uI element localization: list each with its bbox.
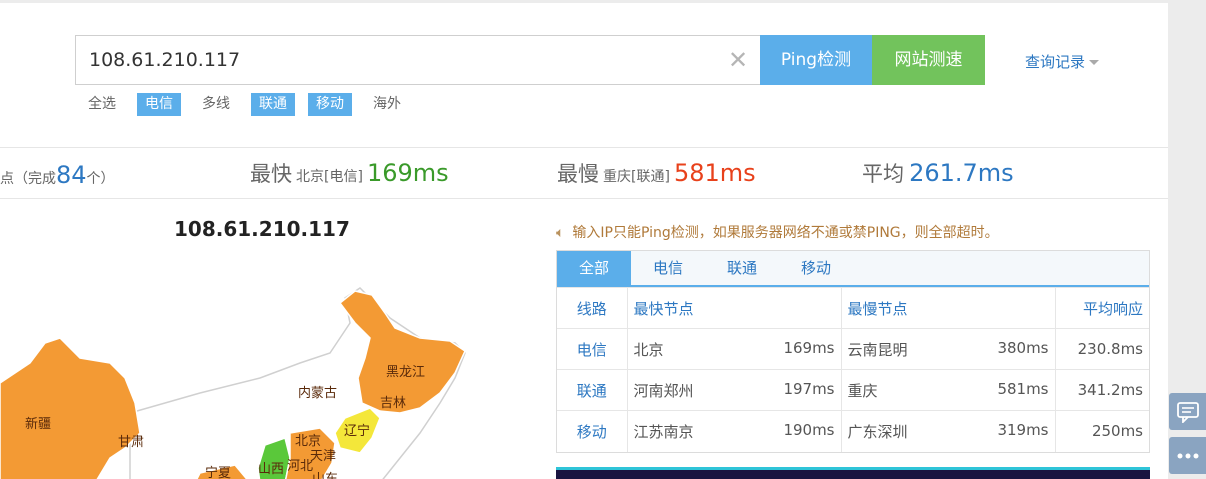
- slowest-node: 重庆[联通]: [603, 169, 670, 185]
- fast-node: 北京: [633, 340, 664, 359]
- divider: [0, 147, 1168, 148]
- ad-banner[interactable]: [556, 467, 1150, 479]
- row-avg: 230.8ms: [1055, 328, 1149, 370]
- results-panel: 全部 电信 联通 移动 线路 最快节点 最慢节点 平均响应 电信 北京 169ms…: [556, 250, 1150, 453]
- fastest-node: 北京[电信]: [296, 169, 363, 185]
- map-label: 内蒙古: [298, 385, 337, 401]
- fast-ms: 190ms: [783, 420, 835, 439]
- tab-unicom[interactable]: 联通: [705, 251, 779, 285]
- count-prefix: 测点（完成: [0, 171, 56, 187]
- map-label: 河北: [287, 459, 313, 474]
- average-stat: 平均 261.7ms: [862, 158, 1014, 188]
- filter-overseas[interactable]: 海外: [365, 93, 409, 116]
- table-header: 线路 最快节点 最慢节点 平均响应: [557, 287, 1149, 329]
- header-average: 平均响应: [1055, 287, 1149, 329]
- fast-node: 河南郑州: [633, 381, 694, 400]
- filter-mobile[interactable]: 移动: [308, 92, 352, 116]
- map-label: 北京: [295, 434, 321, 449]
- isp-filters: 全选 电信 多线 联通 移动 海外: [80, 92, 422, 116]
- region-xinjiang[interactable]: [0, 337, 141, 479]
- slowest-stat: 最慢 重庆[联通] 581ms: [557, 158, 756, 188]
- row-avg: 250ms: [1055, 410, 1149, 452]
- row-line: 移动: [557, 410, 628, 452]
- fastest-value: 169ms: [366, 159, 449, 187]
- filter-all[interactable]: 全选: [80, 93, 124, 116]
- map-label: 宁夏: [205, 465, 231, 479]
- slow-ms: 581ms: [997, 379, 1049, 398]
- test-count: 测点（完成84个）: [0, 161, 115, 189]
- tab-mobile[interactable]: 移动: [779, 251, 853, 285]
- map-label: 甘肃: [118, 435, 144, 450]
- caret-down-icon: [1089, 60, 1100, 65]
- filter-telecom[interactable]: 电信: [137, 92, 181, 116]
- search-input[interactable]: [76, 36, 716, 84]
- table-row: 移动 江苏南京 190ms 广东深圳 319ms 250ms: [557, 410, 1149, 452]
- header-fastest: 最快节点: [627, 287, 842, 329]
- history-label: 查询记录: [1025, 53, 1086, 71]
- average-label: 平均: [862, 162, 904, 186]
- slow-ms: 380ms: [997, 338, 1049, 357]
- results-table: 线路 最快节点 最慢节点 平均响应 电信 北京 169ms 云南昆明 380ms 2…: [557, 287, 1149, 452]
- filter-unicom[interactable]: 联通: [251, 92, 295, 116]
- speaker-icon: 🔈︎: [556, 225, 565, 241]
- header-line: 线路: [557, 287, 628, 329]
- map-title: 108.61.210.117: [174, 217, 350, 241]
- history-dropdown[interactable]: 查询记录: [1025, 51, 1100, 72]
- tab-all[interactable]: 全部: [557, 251, 632, 285]
- fast-ms: 169ms: [783, 338, 835, 357]
- map-label: 黑龙江: [386, 365, 425, 380]
- tab-telecom[interactable]: 电信: [631, 251, 705, 285]
- slow-node: 广东深圳: [847, 422, 908, 441]
- row-line: 联通: [557, 369, 628, 411]
- clear-icon[interactable]: ✕: [726, 48, 750, 72]
- count-suffix: 个）: [86, 171, 115, 187]
- china-map: 新疆 甘肃 宁夏 内蒙古 黑龙江 吉林 辽宁 北京 天津 山西 河北 山东: [0, 287, 466, 479]
- page: ✕ Ping检测 网站测速 查询记录 全选 电信 多线 联通 移动 海外 测点（…: [0, 3, 1168, 479]
- row-line: 电信: [557, 328, 628, 370]
- count-value: 84: [56, 161, 87, 189]
- fastest-stat: 最快 北京[电信] 169ms: [250, 158, 449, 188]
- feedback-icon: [1176, 401, 1199, 423]
- slow-node: 重庆: [847, 381, 878, 400]
- result-tabs: 全部 电信 联通 移动: [557, 251, 1149, 287]
- map-label: 辽宁: [344, 423, 370, 439]
- ping-button[interactable]: Ping检测: [760, 35, 872, 85]
- slow-ms: 319ms: [997, 420, 1049, 439]
- average-value: 261.7ms: [909, 159, 1014, 187]
- table-row: 电信 北京 169ms 云南昆明 380ms 230.8ms: [557, 328, 1149, 370]
- notice-message: 输入IP只能Ping检测，如果服务器网络不通或禁PING，则全部超时。: [572, 225, 999, 241]
- fast-ms: 197ms: [783, 379, 835, 398]
- fastest-label: 最快: [250, 162, 292, 186]
- more-button[interactable]: [1169, 437, 1206, 474]
- search-box[interactable]: ✕: [75, 35, 761, 85]
- table-row: 联通 河南郑州 197ms 重庆 581ms 341.2ms: [557, 369, 1149, 411]
- speed-test-button[interactable]: 网站测速: [872, 35, 985, 85]
- notice-text: 🔈︎ 输入IP只能Ping检测，如果服务器网络不通或禁PING，则全部超时。: [556, 222, 999, 242]
- slowest-value: 581ms: [673, 159, 756, 187]
- map-label: 吉林: [380, 396, 406, 411]
- fast-node: 江苏南京: [633, 422, 694, 441]
- feedback-button[interactable]: [1169, 393, 1206, 430]
- map-label: 山西: [258, 462, 284, 477]
- slow-node: 云南昆明: [847, 340, 908, 359]
- divider: [0, 198, 1168, 199]
- map-label: 新疆: [25, 416, 51, 432]
- map-label: 天津: [310, 449, 336, 464]
- map-label: 山东: [312, 472, 338, 479]
- filter-multiline[interactable]: 多线: [194, 93, 238, 116]
- more-icon: [1177, 453, 1198, 458]
- header-slowest: 最慢节点: [841, 287, 1056, 329]
- stats-bar: 测点（完成84个） 最快北京[电信]169ms 最慢重庆[联通]581ms 平均…: [0, 158, 1168, 194]
- slowest-label: 最慢: [557, 162, 599, 186]
- row-avg: 341.2ms: [1055, 369, 1149, 411]
